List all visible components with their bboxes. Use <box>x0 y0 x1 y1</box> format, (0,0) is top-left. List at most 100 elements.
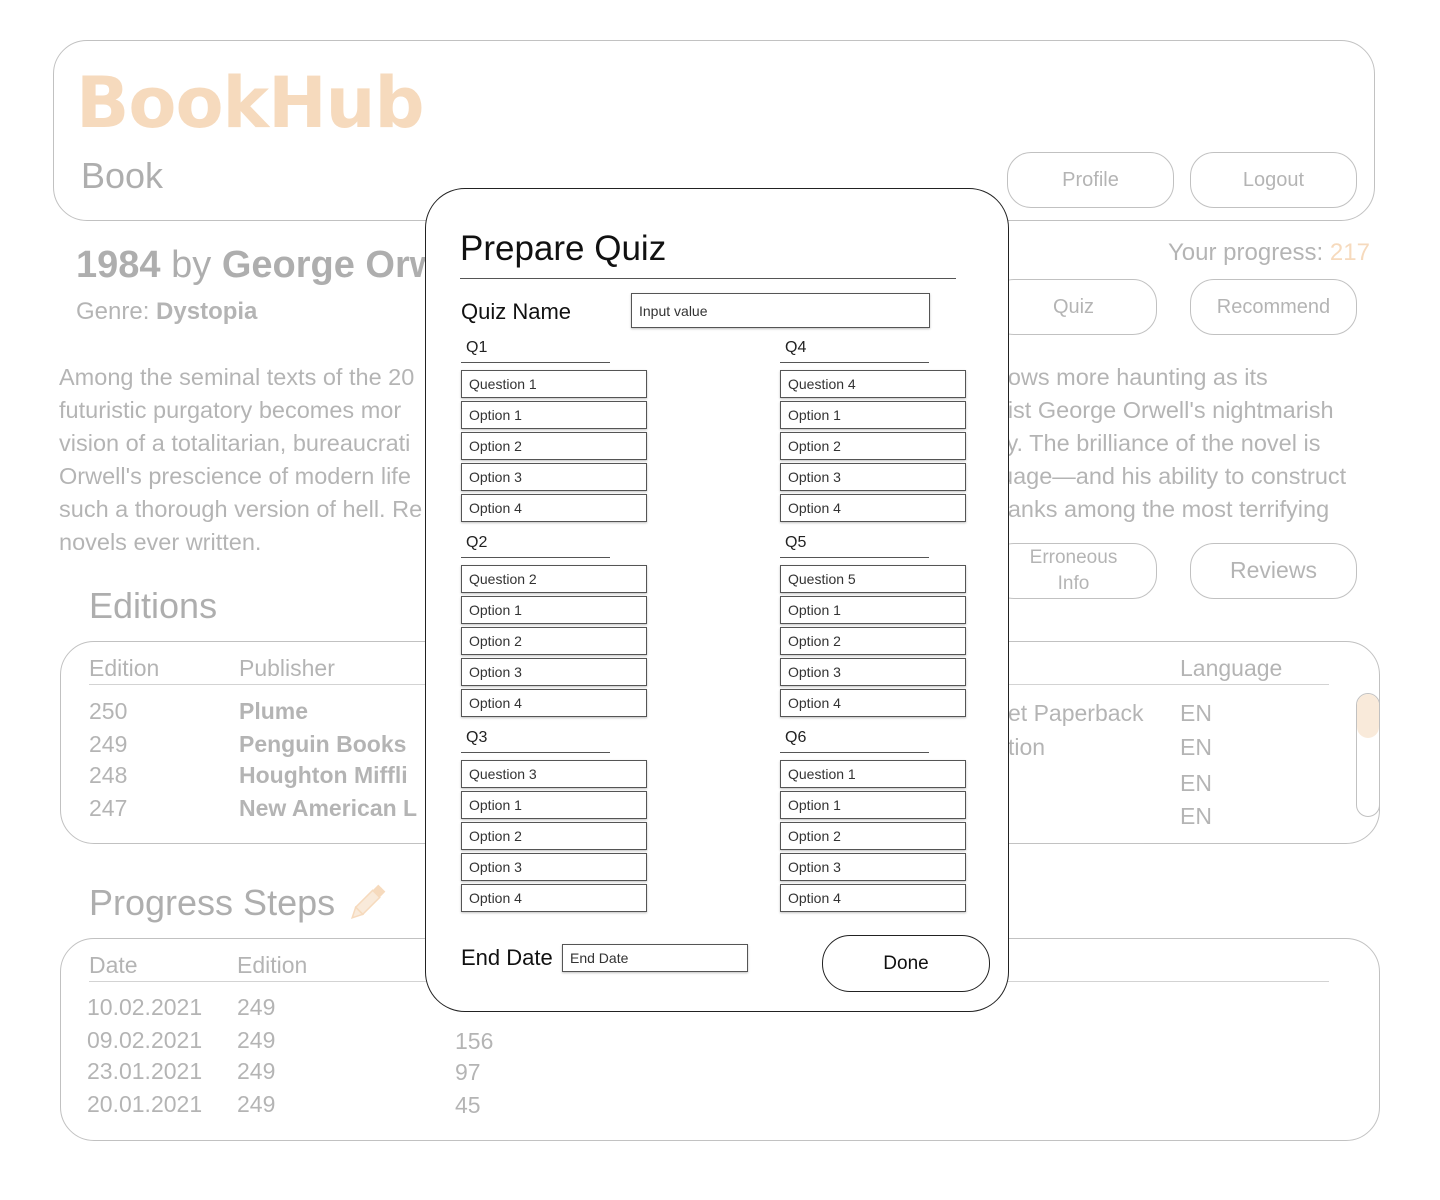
q4-option-3-input[interactable]: Option 3 <box>780 463 966 491</box>
table-row-value: 45 <box>455 1092 481 1118</box>
q6-option-2-input[interactable]: Option 2 <box>780 822 966 850</box>
q3-option-3-input[interactable]: Option 3 <box>461 853 647 881</box>
q5-option-4-input[interactable]: Option 4 <box>780 689 966 717</box>
editions-col-publisher: Publisher <box>239 655 335 681</box>
q1-divider <box>461 362 610 363</box>
q3-divider <box>461 752 610 753</box>
q3-option-4-input[interactable]: Option 4 <box>461 884 647 912</box>
q2-divider <box>461 557 610 558</box>
q4-divider <box>780 362 929 363</box>
table-row-date: 09.02.2021 <box>87 1027 203 1053</box>
progress-col-date: Date <box>89 952 138 978</box>
table-row-edition: 249 <box>237 1027 276 1053</box>
erroneous-label-2: Info <box>1057 573 1090 594</box>
editions-heading: Editions <box>89 585 218 626</box>
table-row-value: 97 <box>455 1059 481 1085</box>
done-button[interactable]: Done <box>822 935 990 992</box>
table-row-edition: 248 <box>89 762 128 788</box>
pencil-icon[interactable] <box>344 880 390 926</box>
q5-option-1-input[interactable]: Option 1 <box>780 596 966 624</box>
table-row-language: EN <box>1180 770 1212 796</box>
table-row-publisher[interactable]: Penguin Books <box>239 731 406 758</box>
q1-question-input[interactable]: Question 1 <box>461 370 647 398</box>
erroneous-label-1: Erroneous <box>1029 547 1118 569</box>
genre-label: Genre: <box>76 298 150 325</box>
recommend-button[interactable]: Recommend <box>1190 279 1357 335</box>
q2-option-3-input[interactable]: Option 3 <box>461 658 647 686</box>
description-line: rist George Orwell's nightmarish <box>1000 397 1334 423</box>
table-row-publisher[interactable]: Houghton Miffli <box>239 762 408 789</box>
q2-question-input[interactable]: Question 2 <box>461 565 647 593</box>
q1-option-4-input[interactable]: Option 4 <box>461 494 647 522</box>
book-title: 1984 <box>76 244 161 286</box>
q2-option-2-input[interactable]: Option 2 <box>461 627 647 655</box>
q3-question-input[interactable]: Question 3 <box>461 760 647 788</box>
q2-option-1-input[interactable]: Option 1 <box>461 596 647 624</box>
q6-option-3-input[interactable]: Option 3 <box>780 853 966 881</box>
book-heading: 1984 by George Orw <box>76 244 439 287</box>
q1-option-2-input[interactable]: Option 2 <box>461 432 647 460</box>
title-divider <box>460 278 956 279</box>
logout-button[interactable]: Logout <box>1190 152 1357 208</box>
q3-option-1-input[interactable]: Option 1 <box>461 791 647 819</box>
end-date-input[interactable]: End Date <box>562 944 748 972</box>
q6-divider <box>780 752 929 753</box>
q4-option-1-input[interactable]: Option 1 <box>780 401 966 429</box>
q5-option-2-input[interactable]: Option 2 <box>780 627 966 655</box>
q2-option-4-input[interactable]: Option 4 <box>461 689 647 717</box>
reading-progress: Your progress: 217 <box>1168 239 1370 267</box>
progress-col-edition: Edition <box>237 952 308 978</box>
table-row-date: 10.02.2021 <box>87 994 203 1020</box>
table-row-edition: 249 <box>237 1058 276 1084</box>
quiz-button[interactable]: Quiz <box>990 279 1157 335</box>
book-author: George Orw <box>221 244 440 286</box>
quiz-name-input[interactable]: Input value <box>631 293 930 328</box>
table-row-value: 156 <box>455 1028 494 1054</box>
q5-heading: Q5 <box>785 534 807 551</box>
reviews-button[interactable]: Reviews <box>1190 543 1357 599</box>
q4-option-2-input[interactable]: Option 2 <box>780 432 966 460</box>
progress-steps-heading: Progress Steps <box>89 882 336 923</box>
q5-question-input[interactable]: Question 5 <box>780 565 966 593</box>
q6-option-4-input[interactable]: Option 4 <box>780 884 966 912</box>
book-genre: Genre: Dystopia <box>76 298 257 326</box>
q1-option-3-input[interactable]: Option 3 <box>461 463 647 491</box>
table-row-edition: 247 <box>89 795 128 821</box>
book-by: by <box>171 244 212 286</box>
editions-scroll-thumb[interactable] <box>1357 694 1379 738</box>
table-row-language: EN <box>1180 734 1212 760</box>
page-subtitle: Book <box>81 155 164 196</box>
progress-label: Your progress: <box>1168 239 1324 266</box>
progress-value: 217 <box>1329 239 1370 266</box>
erroneous-info-button[interactable]: Erroneous Info <box>990 543 1157 599</box>
prepare-quiz-dialog: Prepare Quiz Quiz Name Input value Q1 Que… <box>425 188 1009 1012</box>
q4-option-4-input[interactable]: Option 4 <box>780 494 966 522</box>
description-line: uage—and his ability to construct <box>1000 463 1347 489</box>
table-row-edition: 249 <box>237 994 276 1020</box>
description-line: ranks among the most terrifying <box>1000 496 1330 522</box>
description-line: rows more haunting as its <box>1000 364 1268 390</box>
end-date-label: End Date <box>461 945 553 970</box>
q4-question-input[interactable]: Question 4 <box>780 370 966 398</box>
table-row-publisher[interactable]: Plume <box>239 698 308 725</box>
description-line: ty. The brilliance of the novel is <box>1000 430 1321 456</box>
q1-option-1-input[interactable]: Option 1 <box>461 401 647 429</box>
table-row-date: 20.01.2021 <box>87 1091 203 1117</box>
q1-heading: Q1 <box>466 339 488 356</box>
table-row-edition: 249 <box>237 1091 276 1117</box>
profile-button[interactable]: Profile <box>1007 152 1174 208</box>
table-row-publisher[interactable]: New American L <box>239 795 417 822</box>
table-row-format: et Paperback <box>1008 700 1144 726</box>
app-logo: BookHub <box>76 62 425 144</box>
table-row-format: tion <box>1008 734 1046 760</box>
q6-heading: Q6 <box>785 729 807 746</box>
q6-option-1-input[interactable]: Option 1 <box>780 791 966 819</box>
dialog-title: Prepare Quiz <box>460 229 667 268</box>
q5-option-3-input[interactable]: Option 3 <box>780 658 966 686</box>
editions-col-language: Language <box>1180 655 1283 681</box>
q3-option-2-input[interactable]: Option 2 <box>461 822 647 850</box>
q6-question-input[interactable]: Question 1 <box>780 760 966 788</box>
q4-heading: Q4 <box>785 339 807 356</box>
book-description-right: rows more haunting as its rist George Or… <box>1000 361 1380 526</box>
table-row-date: 23.01.2021 <box>87 1058 203 1084</box>
